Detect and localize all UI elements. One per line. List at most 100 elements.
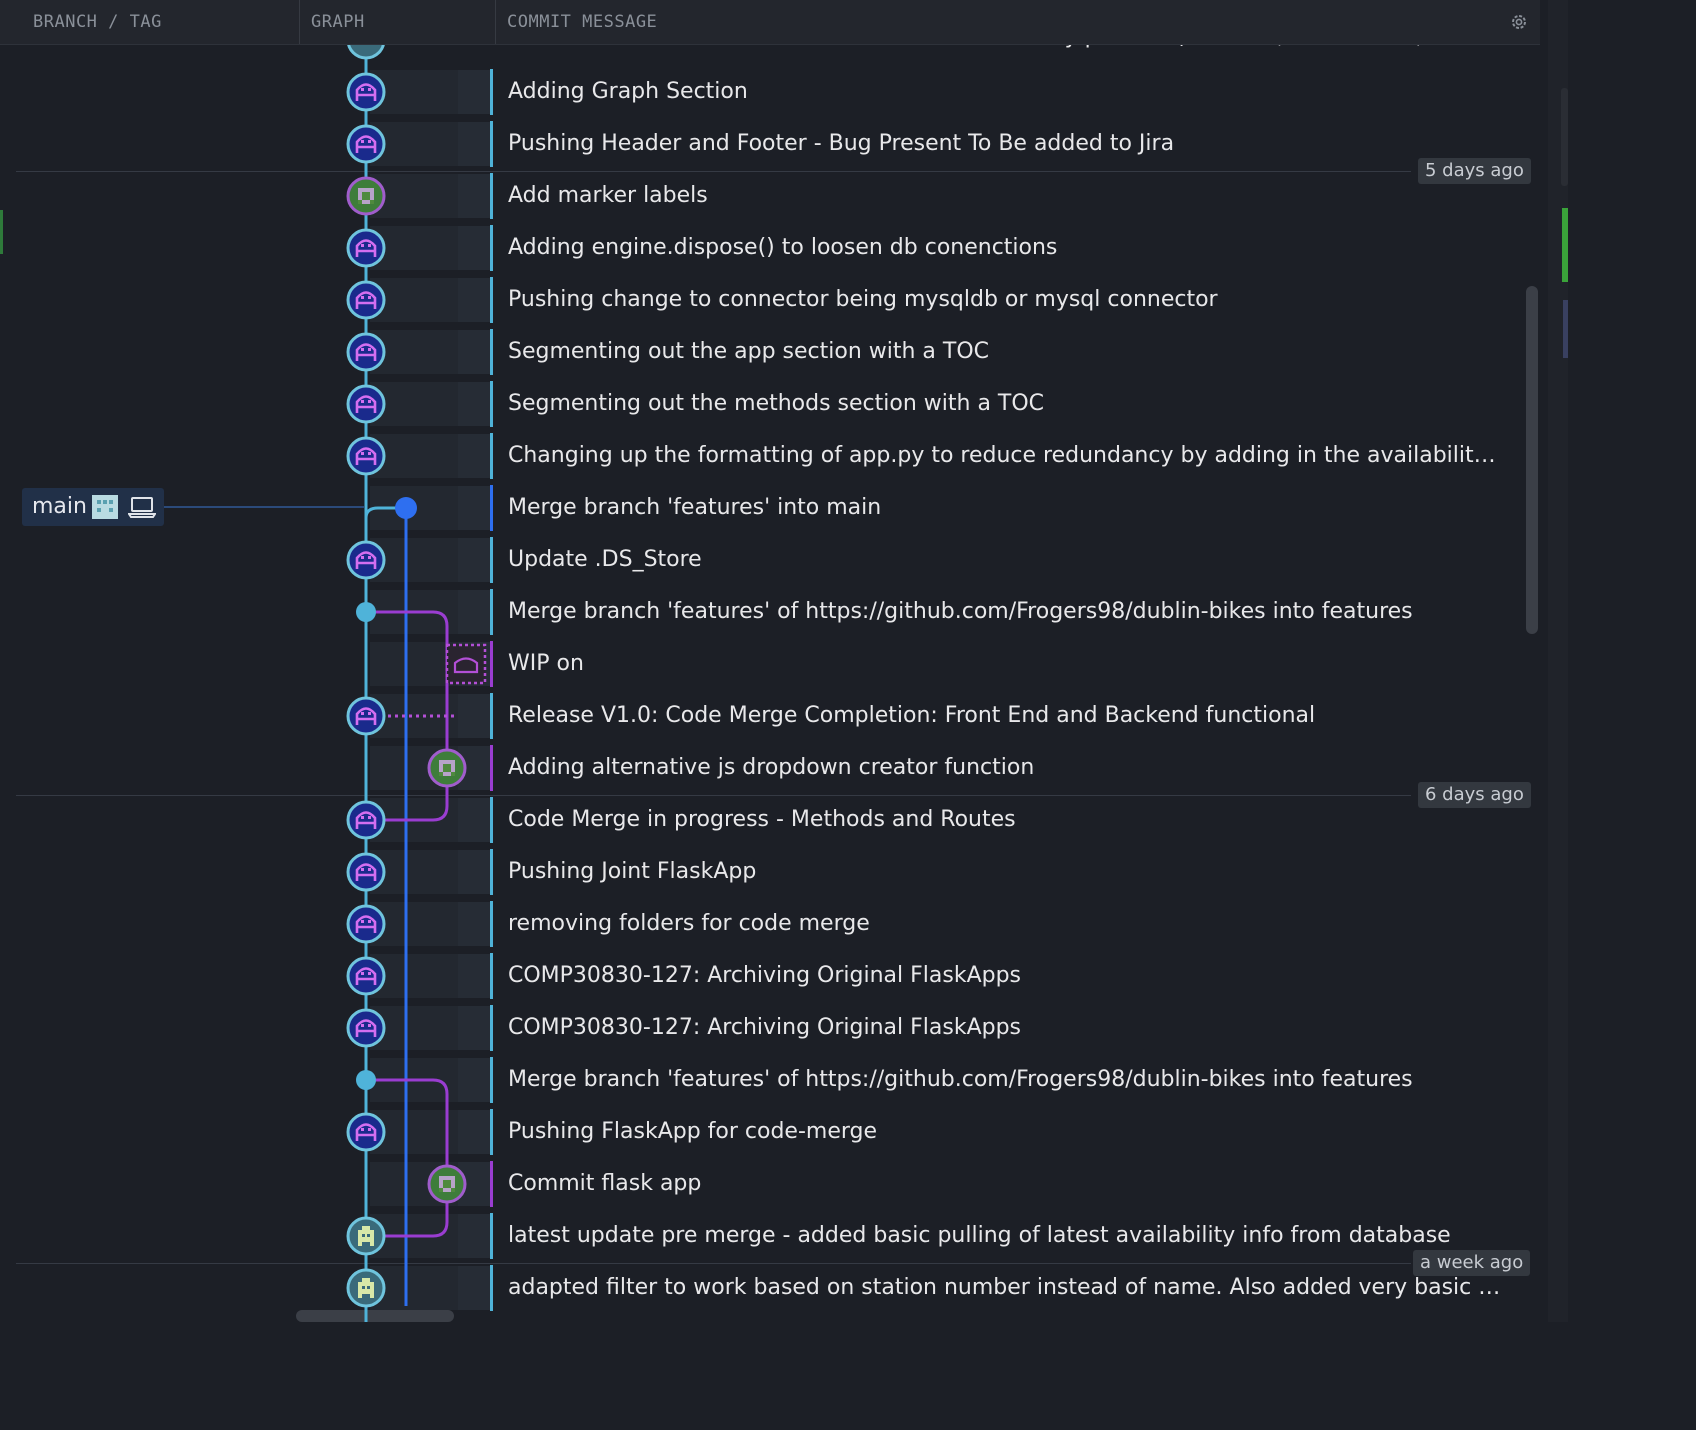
avatar-glyph	[358, 200, 362, 204]
avatar-glyph	[361, 816, 364, 819]
avatar-glyph	[361, 1128, 364, 1131]
commit-avatar-blue	[346, 384, 386, 424]
avatar-glyph	[443, 1180, 451, 1188]
avatar-glyph	[368, 348, 371, 351]
branch-label-main[interactable]: main	[22, 488, 164, 526]
commit-avatar-blue	[346, 1112, 386, 1152]
avatar-glyph	[368, 296, 371, 299]
avatar-glyph	[361, 868, 364, 871]
commit-avatar-blue	[346, 1008, 386, 1048]
avatar-glyph	[451, 772, 455, 776]
column-divider[interactable]	[299, 0, 300, 44]
commit-avatar-green	[346, 176, 386, 216]
avatar-glyph	[361, 1024, 364, 1027]
avatar-glyph	[362, 192, 370, 200]
avatar-ring	[346, 436, 386, 476]
avatar-glyph	[368, 452, 371, 455]
commit-avatar-green	[427, 748, 467, 788]
avatar-glyph	[443, 764, 451, 772]
avatar-ring	[346, 280, 386, 320]
avatar-glyph	[368, 1024, 371, 1027]
column-header: BRANCH / TAG GRAPH COMMIT MESSAGE	[0, 0, 1540, 45]
avatar-ring	[346, 956, 386, 996]
commit-avatar-blue	[346, 436, 386, 476]
avatar-glyph	[361, 972, 364, 975]
commit-avatar-blue	[346, 904, 386, 944]
avatar-glyph	[358, 1294, 362, 1298]
avatar-glyph	[368, 244, 371, 247]
merge-commit-dot	[356, 602, 376, 622]
avatar-glyph	[362, 1234, 365, 1237]
avatar-ring	[346, 384, 386, 424]
avatar-glyph	[361, 348, 364, 351]
right-panel-edge	[1548, 0, 1568, 1322]
avatar-glyph	[358, 1282, 374, 1294]
avatar-glyph	[367, 1234, 370, 1237]
avatar-glyph	[362, 1278, 370, 1282]
commit-avatar-blue	[346, 124, 386, 164]
laptop-icon	[128, 497, 156, 518]
avatar-glyph	[368, 88, 371, 91]
avatar-glyph	[361, 140, 364, 143]
avatar-ring	[346, 904, 386, 944]
avatar-glyph	[361, 452, 364, 455]
avatar-glyph	[439, 1188, 443, 1192]
commit-avatar-yellow	[346, 1268, 386, 1308]
commit-avatar-blue	[346, 852, 386, 892]
commit-avatar-blue	[346, 696, 386, 736]
merge-commit-dot	[356, 1070, 376, 1090]
avatar-glyph	[368, 140, 371, 143]
right-panel-marker	[1563, 300, 1568, 358]
avatar-glyph	[370, 1294, 374, 1298]
stash-node	[445, 643, 487, 685]
commit-avatar-green	[427, 1164, 467, 1204]
right-panel-marker	[1562, 208, 1568, 282]
avatar-ring	[346, 1008, 386, 1048]
avatar-glyph	[367, 1286, 370, 1289]
avatar-glyph	[368, 972, 371, 975]
avatar-glyph	[370, 1242, 374, 1246]
commit-avatar-blue	[346, 956, 386, 996]
avatar-glyph	[368, 1128, 371, 1131]
avatar-glyph	[370, 200, 374, 204]
right-panel-marker	[1561, 88, 1568, 186]
avatar-glyph	[368, 868, 371, 871]
avatar-ring	[346, 852, 386, 892]
avatar-glyph	[361, 712, 364, 715]
avatar-glyph	[358, 1230, 374, 1242]
avatar-glyph	[361, 920, 364, 923]
avatar-ring	[346, 800, 386, 840]
avatar-glyph	[361, 296, 364, 299]
avatar-glyph	[368, 816, 371, 819]
avatar-glyph	[451, 1188, 455, 1192]
commit-avatar-blue	[346, 540, 386, 580]
commit-avatar-blue	[346, 228, 386, 268]
commit-avatar-blue	[346, 280, 386, 320]
commit-avatar-blue	[346, 72, 386, 112]
column-header-commit-message[interactable]: COMMIT MESSAGE	[507, 0, 657, 44]
commit-avatar-yellow	[346, 1216, 386, 1256]
avatar-glyph	[368, 712, 371, 715]
avatar-glyph	[362, 1286, 365, 1289]
avatar-ring	[346, 72, 386, 112]
avatar-ring	[346, 1112, 386, 1152]
column-divider[interactable]	[495, 0, 496, 44]
avatar-glyph	[439, 772, 443, 776]
column-header-branch-tag[interactable]: BRANCH / TAG	[33, 0, 162, 44]
avatar-ring	[346, 124, 386, 164]
avatar-ring	[346, 332, 386, 372]
avatar-glyph	[368, 920, 371, 923]
commit-graph	[346, 20, 487, 1322]
github-avatar-icon	[92, 495, 118, 519]
avatar-glyph	[368, 556, 371, 559]
avatar-ring	[346, 696, 386, 736]
commit-avatar-blue	[346, 800, 386, 840]
avatar-glyph	[361, 400, 364, 403]
avatar-ring	[346, 540, 386, 580]
avatar-glyph	[368, 400, 371, 403]
gear-icon[interactable]	[1509, 12, 1529, 32]
avatar-ring	[346, 228, 386, 268]
column-header-graph[interactable]: GRAPH	[311, 0, 365, 44]
commit-avatar-blue	[346, 332, 386, 372]
avatar-glyph	[358, 1242, 362, 1246]
